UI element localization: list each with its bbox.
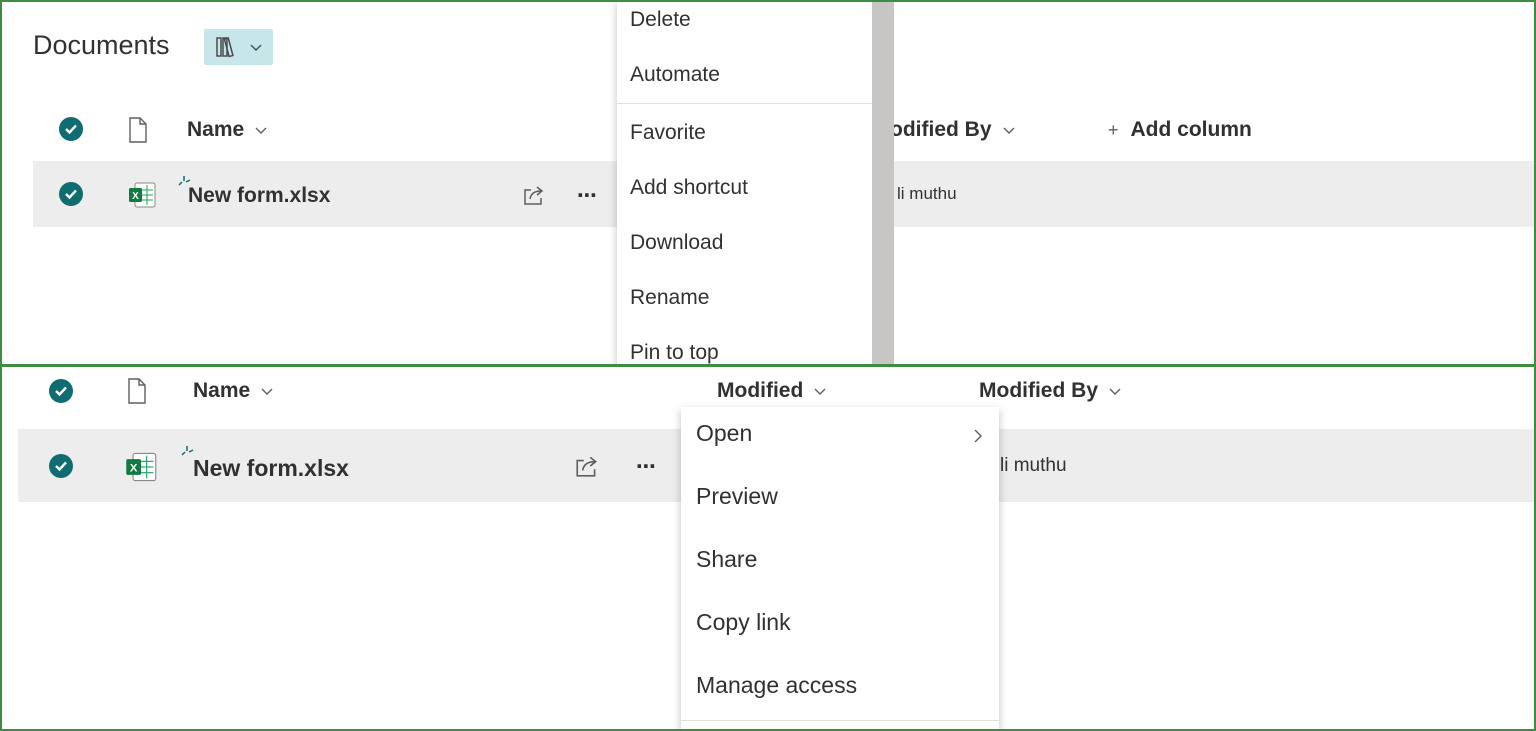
select-all-checkbox[interactable]	[59, 117, 83, 141]
chevron-down-icon	[250, 44, 261, 51]
menu-item-label: Manage access	[696, 672, 858, 698]
menu-item-favorite[interactable]: Favorite	[617, 121, 872, 155]
chevron-right-icon	[974, 429, 982, 443]
menu-divider	[617, 103, 872, 104]
menu-item-label: Add shortcut	[630, 176, 748, 199]
menu-item-delete[interactable]: Delete	[617, 8, 872, 42]
menu-item-rename[interactable]: Rename	[617, 286, 872, 320]
column-header-modified-by-label: odified By	[890, 118, 992, 141]
column-header-modified-label: Modified	[717, 379, 804, 402]
excel-icon: X	[126, 452, 157, 482]
more-actions-button[interactable]: ⋯	[636, 454, 657, 479]
share-icon[interactable]	[574, 454, 600, 478]
column-header-name[interactable]: Name	[193, 379, 274, 403]
top-panel: Documents Name odified By + Add column X…	[0, 0, 1536, 366]
library-icon	[215, 37, 234, 58]
menu-item-label: Pin to top	[630, 341, 719, 364]
svg-text:X: X	[132, 191, 139, 202]
menu-item-label: Rename	[630, 286, 710, 309]
menu-item-label: Copy link	[696, 609, 791, 635]
menu-scrollbar[interactable]	[872, 2, 894, 364]
row-checkbox[interactable]	[59, 182, 83, 206]
checkmark-icon	[55, 386, 67, 397]
menu-item-add-shortcut[interactable]: Add shortcut	[617, 176, 872, 210]
menu-item-download[interactable]: Download	[617, 231, 872, 265]
file-type-icon	[129, 117, 147, 143]
checkmark-icon	[55, 461, 67, 472]
column-header-name-label: Name	[187, 118, 245, 141]
menu-item-automate[interactable]: Automate	[617, 63, 872, 97]
modified-by-cell: li muthu	[1000, 455, 1067, 476]
menu-item-label: Download	[630, 231, 724, 254]
chevron-down-icon	[261, 388, 273, 395]
menu-item-label: Preview	[696, 483, 778, 509]
menu-item-label: Delete	[630, 8, 691, 31]
file-type-icon	[128, 378, 146, 404]
bottom-panel: Name Modified Modified By X New form.xls…	[0, 365, 1536, 731]
context-menu: Delete Automate Favorite Add shortcut Do…	[617, 2, 872, 364]
more-actions-button[interactable]: ⋯	[577, 183, 598, 208]
svg-text:X: X	[130, 463, 138, 475]
menu-item-pin-to-top[interactable]: Pin to top	[617, 341, 872, 364]
column-header-modified-by-label: Modified By	[979, 379, 1098, 402]
menu-item-preview[interactable]: Preview	[681, 483, 999, 523]
chevron-down-icon	[814, 388, 826, 395]
file-name-link[interactable]: New form.xlsx	[193, 455, 349, 482]
chevron-down-icon	[255, 127, 267, 134]
chevron-down-icon	[1003, 127, 1015, 134]
add-column-button[interactable]: + Add column	[1108, 118, 1252, 142]
column-header-name-label: Name	[193, 379, 251, 402]
chevron-down-icon	[1109, 388, 1121, 395]
column-header-modified-by[interactable]: odified By	[890, 118, 1016, 142]
file-name-link[interactable]: New form.xlsx	[188, 184, 330, 208]
menu-item-label: Favorite	[630, 121, 706, 144]
column-header-modified-by[interactable]: Modified By	[979, 379, 1122, 403]
checkmark-icon	[65, 189, 77, 200]
menu-item-share[interactable]: Share	[681, 546, 999, 586]
plus-icon: +	[1108, 119, 1119, 140]
share-icon[interactable]	[522, 184, 546, 206]
menu-item-copy-link[interactable]: Copy link	[681, 609, 999, 649]
column-header-name[interactable]: Name	[187, 118, 268, 142]
add-column-label: Add column	[1130, 118, 1252, 141]
context-menu: Open Preview Share Copy link Manage acce…	[681, 407, 999, 729]
view-switcher-button[interactable]	[204, 29, 273, 65]
new-item-sparkle-icon	[181, 446, 194, 456]
menu-divider	[681, 720, 999, 721]
checkmark-icon	[65, 124, 77, 135]
menu-item-label: Automate	[630, 63, 720, 86]
column-header-modified[interactable]: Modified	[717, 379, 827, 403]
select-all-checkbox[interactable]	[49, 379, 73, 403]
row-checkbox[interactable]	[49, 454, 73, 478]
excel-icon: X	[129, 182, 156, 208]
page-title: Documents	[33, 30, 170, 60]
menu-item-label: Share	[696, 546, 758, 572]
modified-by-cell: li muthu	[897, 184, 957, 203]
menu-item-manage-access[interactable]: Manage access	[681, 672, 999, 712]
menu-item-open[interactable]: Open	[681, 420, 999, 460]
menu-item-label: Open	[696, 420, 753, 446]
